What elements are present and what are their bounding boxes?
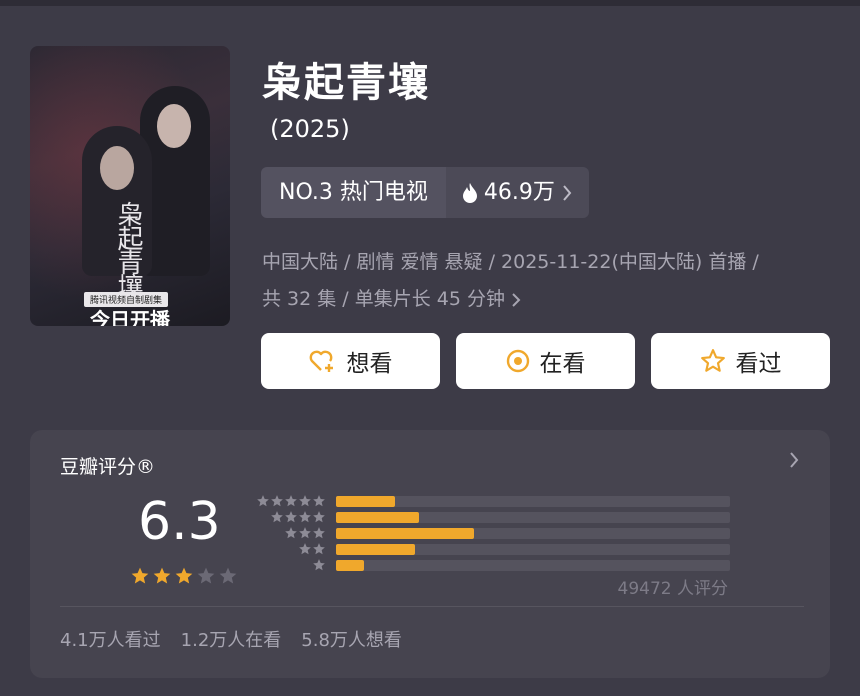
star-small-icon (313, 543, 325, 555)
star-small-icon (299, 543, 311, 555)
want-to-watch-label: 想看 (346, 351, 393, 377)
star-small-icon (299, 495, 311, 507)
histogram-stars (298, 542, 326, 556)
histogram-stars (270, 510, 326, 524)
star-small-icon (313, 511, 325, 523)
stat-watched[interactable]: 4.1万人看过 (60, 626, 161, 652)
star-outline-icon (700, 349, 725, 372)
stat-want[interactable]: 5.8万人想看 (301, 626, 402, 652)
poster-calligraphy: 枭起青壤 (113, 201, 143, 297)
rating-title: 豆瓣评分® (60, 456, 156, 478)
poster-face-male (157, 104, 191, 148)
rating-score: 6.3 (138, 492, 221, 552)
poster-airing-label: 今日开播 (90, 308, 170, 326)
star-filled-icon (131, 567, 149, 584)
meta-line-2: 共 32 集 / 单集片长 45 分钟 (262, 288, 505, 310)
star-small-icon (285, 495, 297, 507)
flame-icon (462, 182, 477, 203)
star-small-icon (271, 495, 283, 507)
star-small-icon (299, 511, 311, 523)
watched-label: 看过 (735, 351, 782, 377)
star-small-icon (313, 527, 325, 539)
want-to-watch-button[interactable]: 想看 (261, 333, 440, 389)
rank-label[interactable]: NO.3 热门电视 (261, 167, 446, 218)
star-empty-icon (197, 567, 215, 584)
page-title: 枭起青壤 (262, 60, 430, 106)
star-filled-icon (153, 567, 171, 584)
watching-label: 在看 (539, 351, 586, 377)
heart-plus-icon (309, 350, 333, 372)
histogram-bar (336, 544, 415, 555)
watch-stats: 4.1万人看过 1.2万人在看 5.8万人想看 (60, 626, 402, 652)
histogram-track (336, 544, 730, 555)
rating-count: 49472 人评分 (617, 579, 728, 599)
chevron-right-icon[interactable] (788, 450, 800, 470)
histogram-track (336, 528, 730, 539)
chevron-right-icon (512, 292, 521, 307)
histogram-track (336, 496, 730, 507)
star-small-icon (313, 495, 325, 507)
histogram-bar (336, 496, 395, 507)
histogram-bar (336, 512, 419, 523)
rank-box[interactable]: NO.3 热门电视 46.9万 (261, 167, 589, 218)
release-year: (2025) (270, 115, 350, 143)
divider (60, 606, 804, 607)
histogram-bar (336, 560, 364, 571)
histogram-track (336, 560, 730, 571)
stat-watching[interactable]: 1.2万人在看 (181, 626, 282, 652)
star-small-icon (285, 511, 297, 523)
meta-line-1: 中国大陆 / 剧情 爱情 悬疑 / 2025-11-22(中国大陆) 首播 / (262, 251, 759, 273)
histogram-stars (312, 558, 326, 572)
star-small-icon (285, 527, 297, 539)
star-small-icon (313, 559, 325, 571)
chevron-right-icon (563, 184, 572, 201)
histogram-track (336, 512, 730, 523)
poster-face-female (100, 146, 134, 190)
poster-image[interactable]: 枭起青壤 腾讯视频自制剧集 今日开播 (30, 46, 230, 326)
heat-badge[interactable]: 46.9万 (445, 167, 589, 218)
target-icon (506, 349, 529, 373)
star-empty-icon (219, 567, 237, 584)
star-filled-icon (175, 567, 193, 584)
star-small-icon (299, 527, 311, 539)
watched-button[interactable]: 看过 (651, 333, 830, 389)
histogram-stars (256, 494, 326, 508)
douban-rating-card[interactable]: 豆瓣评分® 6.3 49472 人评分 4.1万人看过 1.2万人在看 5.8万… (30, 430, 830, 678)
top-bar (0, 0, 860, 6)
star-small-icon (271, 511, 283, 523)
star-small-icon (257, 495, 269, 507)
score-stars (130, 566, 238, 586)
histogram-bar (336, 528, 474, 539)
show-meta[interactable]: 中国大陆 / 剧情 爱情 悬疑 / 2025-11-22(中国大陆) 首播 / … (262, 244, 834, 318)
meta-line-2-wrap: 共 32 集 / 单集片长 45 分钟 (262, 281, 834, 318)
histogram-stars (284, 526, 326, 540)
watching-button[interactable]: 在看 (456, 333, 635, 389)
heat-value: 46.9万 (483, 180, 555, 205)
